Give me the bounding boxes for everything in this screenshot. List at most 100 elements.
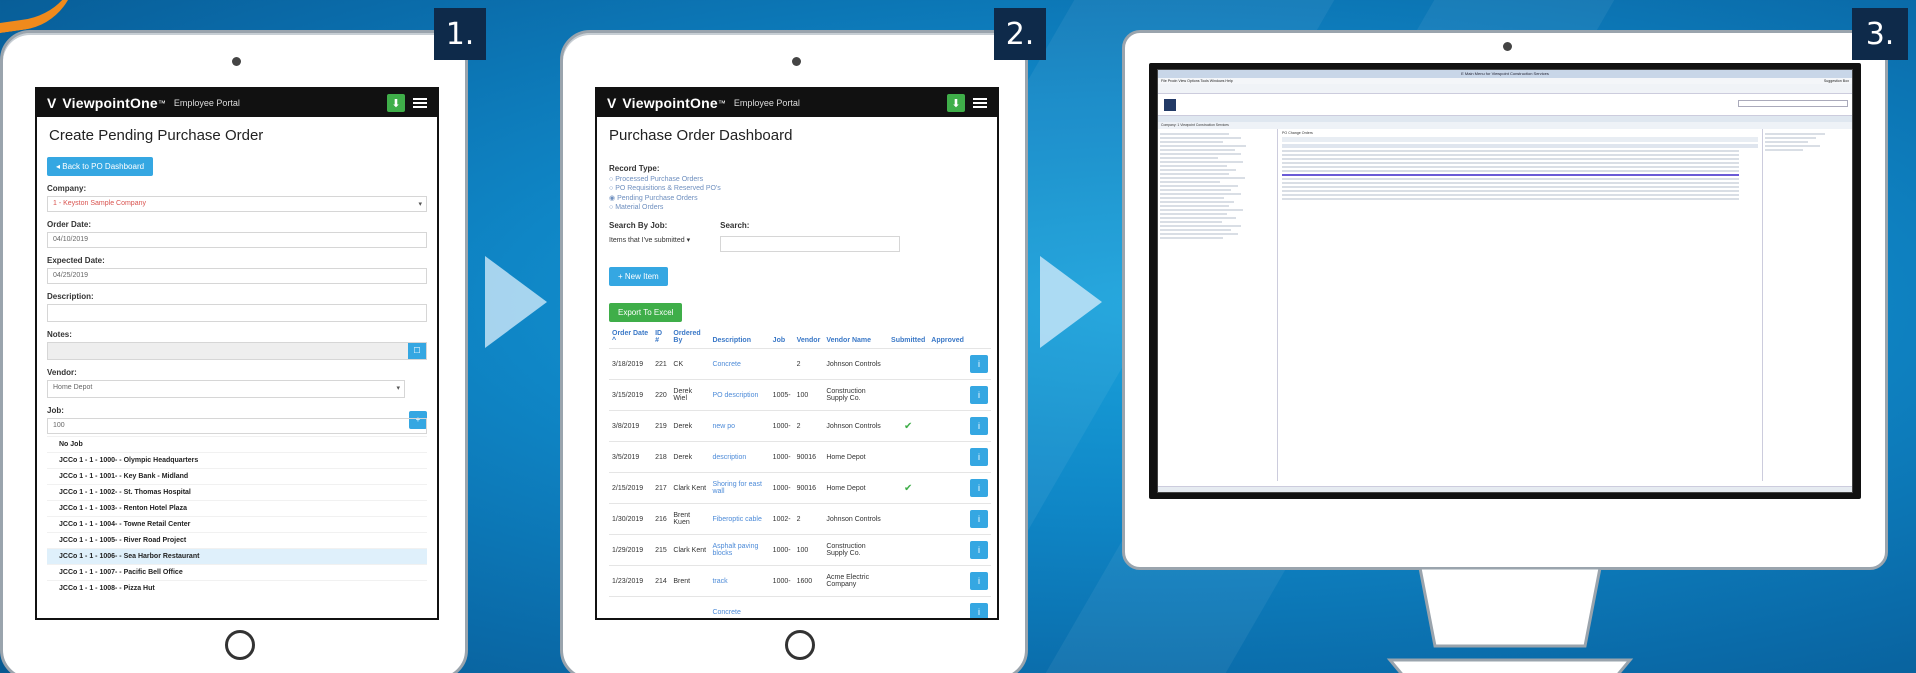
table-row[interactable]: 3/15/2019 220 Derek Wiel PO description 1005… xyxy=(609,379,991,411)
info-icon[interactable]: i xyxy=(969,355,988,373)
ordered-by-cell: Derek xyxy=(670,410,710,442)
nav-tree[interactable] xyxy=(1158,129,1278,481)
selected-grid-row[interactable] xyxy=(1282,174,1739,176)
job-option[interactable]: JCCo 1 - 1 - 1000- - Olympic Headquarter… xyxy=(47,452,427,468)
export-to-excel-button[interactable]: Export To Excel xyxy=(609,303,683,322)
column-header[interactable]: Description xyxy=(709,326,769,349)
column-header[interactable]: Order Date ^ xyxy=(609,326,652,349)
search-box[interactable] xyxy=(1738,100,1848,107)
table-row[interactable]: 2/15/2019 217 Clark Kent Shoring for east w… xyxy=(609,472,991,504)
description-cell[interactable]: new po xyxy=(709,410,770,442)
vendor-select[interactable]: Home Depot ▾ xyxy=(47,380,405,398)
table-row[interactable]: 3/8/2019 219 Derek new po 1000- 2 Johnson Cont… xyxy=(609,410,991,442)
submitted-cell xyxy=(888,503,929,535)
info-icon[interactable]: i xyxy=(969,479,988,497)
job-cell xyxy=(769,348,794,380)
column-header[interactable]: ID # xyxy=(652,326,670,349)
table-row[interactable]: 1/29/2019 215 Clark Kent Asphalt paving blo… xyxy=(609,534,991,566)
description-cell[interactable]: Fiberoptic cable xyxy=(709,503,770,535)
menu-items[interactable]: File Prodn View Options Tools Windows He… xyxy=(1161,79,1233,83)
window-title: E Main Menu for Viewpoint Construction S… xyxy=(1158,70,1852,78)
approved-cell xyxy=(928,348,967,380)
table-row[interactable]: 1/30/2019 216 Brent Kuen Fiberoptic cable 10… xyxy=(609,503,991,535)
page-title: Create Pending Purchase Order xyxy=(49,127,264,144)
job-option[interactable]: JCCo 1 - 1 - 1005- - River Road Project xyxy=(47,532,427,548)
job-filter-select[interactable]: Items that I've submitted ▾ xyxy=(609,236,690,244)
record-type-radio[interactable]: ○ Material Orders xyxy=(609,204,985,211)
info-icon[interactable]: i xyxy=(969,510,988,528)
back-to-dashboard-button[interactable]: ◂ Back to PO Dashboard xyxy=(47,157,154,176)
job-option[interactable]: JCCo 1 - 1 - 1008- - Pizza Hut xyxy=(47,580,427,596)
chevron-down-icon: ▾ xyxy=(418,201,422,208)
order-date-cell: 1/29/2019 xyxy=(609,534,653,566)
portal-subtitle: Employee Portal xyxy=(733,98,800,108)
info-icon[interactable]: i xyxy=(969,448,988,466)
info-icon[interactable]: i xyxy=(969,417,988,435)
notes-button[interactable]: ☐ xyxy=(408,343,426,359)
info-icon[interactable]: i xyxy=(969,572,988,590)
column-header[interactable]: Vendor Name xyxy=(823,326,888,349)
desktop-monitor: E Main Menu for Viewpoint Construction S… xyxy=(1122,30,1888,570)
job-option[interactable]: JCCo 1 - 1 - 1003- - Renton Hotel Plaza xyxy=(47,500,427,516)
company-value[interactable]: 1 Viewpoint Construction Services xyxy=(1177,123,1228,127)
job-filter-value: Items that I've submitted xyxy=(609,237,685,244)
new-item-button[interactable]: + New Item xyxy=(609,267,668,286)
job-option[interactable]: JCCo 1 - 1 - 1007- - Pacific Bell Office xyxy=(47,564,427,580)
description-cell[interactable]: Concrete xyxy=(709,348,770,380)
row-action-cell: i xyxy=(966,441,991,473)
download-icon[interactable]: ⬇ xyxy=(947,94,965,112)
record-type-radio[interactable]: ○ PO Requisitions & Reserved PO's xyxy=(609,185,985,192)
search-input[interactable] xyxy=(720,236,901,252)
column-header[interactable]: Approved xyxy=(928,326,967,349)
description-cell[interactable]: Concrete xyxy=(709,596,770,618)
home-button[interactable] xyxy=(785,630,815,660)
suggestion-box-link[interactable]: Suggestion Box xyxy=(1824,79,1849,83)
column-header[interactable]: Job xyxy=(770,326,794,349)
order-date-field[interactable]: 04/10/2019 xyxy=(47,232,427,248)
column-header[interactable]: Submitted xyxy=(888,326,928,349)
download-icon[interactable]: ⬇ xyxy=(387,94,405,112)
menu-icon[interactable] xyxy=(413,98,427,108)
description-cell[interactable]: track xyxy=(709,565,770,597)
record-type-radio[interactable]: ◉ Pending Purchase Orders xyxy=(609,194,985,202)
table-row[interactable]: 3/5/2019 218 Derek description 1000- 90016 Hom… xyxy=(609,441,991,473)
vendor-label: Vendor: xyxy=(47,368,77,377)
submitted-cell xyxy=(888,379,929,411)
job-option[interactable]: JCCo 1 - 1 - 1004- - Towne Retail Center xyxy=(47,516,427,532)
id-cell: 215 xyxy=(652,534,671,566)
panel-title: PO Change Orders xyxy=(1282,131,1313,135)
column-header[interactable]: Ordered By xyxy=(670,326,709,349)
expected-date-field[interactable]: 04/25/2019 xyxy=(47,268,427,284)
monitor-bezel: E Main Menu for Viewpoint Construction S… xyxy=(1149,63,1861,499)
company-select[interactable]: 1 - Keyston Sample Company ▾ xyxy=(47,196,427,212)
vendor-cell: 2 xyxy=(793,410,824,442)
description-cell[interactable]: description xyxy=(709,441,770,473)
job-option[interactable]: No Job xyxy=(47,436,427,452)
job-search-input[interactable]: 100 xyxy=(47,418,427,434)
job-option[interactable]: JCCo 1 - 1 - 1006- - Sea Harbor Restaura… xyxy=(47,548,427,564)
order-date-cell: 3/15/2019 xyxy=(609,379,653,411)
info-icon[interactable]: i xyxy=(969,386,988,404)
menu-icon[interactable] xyxy=(973,98,987,108)
column-header[interactable]: Vendor xyxy=(794,326,824,349)
home-button[interactable] xyxy=(225,630,255,660)
table-row[interactable]: 3/18/2019 221 CK Concrete 2 Johnson Controls i xyxy=(609,348,991,380)
table-row[interactable]: 1/23/2019 214 Brent track 1000- 1600 Acme Elec… xyxy=(609,565,991,597)
order-date-cell: 3/8/2019 xyxy=(609,410,653,442)
description-field[interactable] xyxy=(47,304,427,322)
job-option[interactable]: JCCo 1 - 1 - 1001- - Key Bank - Midland xyxy=(47,468,427,484)
job-option[interactable]: JCCo 1 - 1 - 1002- - St. Thomas Hospital xyxy=(47,484,427,500)
description-cell[interactable]: Asphalt paving blocks xyxy=(709,534,770,566)
table-row[interactable]: Concrete i xyxy=(609,596,991,618)
tablet-2: V ViewpointOne ™ Employee Portal ⬇ Purcha… xyxy=(560,30,1028,673)
ordered-by-cell: Clark Kent xyxy=(670,534,710,566)
vendor-cell xyxy=(793,596,824,618)
record-type-radio[interactable]: ○ Processed Purchase Orders xyxy=(609,176,985,183)
info-icon[interactable]: i xyxy=(969,603,988,618)
order-date-label: Order Date: xyxy=(47,220,92,229)
info-icon[interactable]: i xyxy=(969,541,988,559)
submitted-cell xyxy=(888,348,929,380)
description-cell[interactable]: Shoring for east wall xyxy=(709,472,770,504)
description-cell[interactable]: PO description xyxy=(709,379,770,411)
notes-field[interactable]: ☐ xyxy=(47,342,427,360)
